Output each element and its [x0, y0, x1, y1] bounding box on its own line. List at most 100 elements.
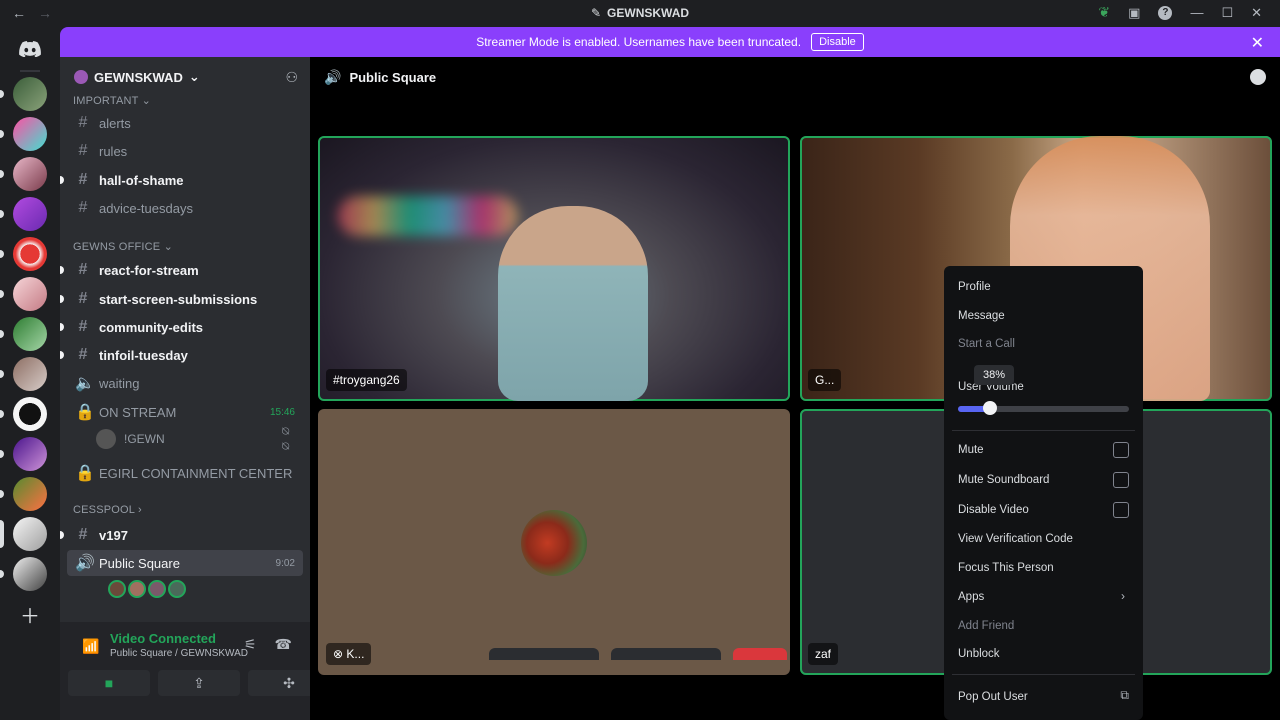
screen-share-button[interactable]: ⇪ — [158, 670, 240, 696]
category-gewns-office[interactable]: GEWNS OFFICE ⌄ — [73, 240, 173, 253]
unread-pill — [0, 90, 4, 98]
server-icon[interactable] — [13, 197, 47, 231]
invite-people-icon[interactable]: ⚇ — [285, 69, 298, 86]
menu-mute[interactable]: Mute — [958, 444, 984, 456]
discord-logo-icon — [19, 41, 41, 57]
close-banner-icon[interactable]: ✕ — [1251, 33, 1264, 53]
server-icon[interactable] — [13, 77, 47, 111]
camera-button[interactable]: ■ — [68, 670, 150, 696]
maximize-button[interactable]: ☐ — [1221, 5, 1233, 21]
slider-handle[interactable] — [983, 401, 998, 415]
channel-tinfoil-tuesday[interactable]: # tinfoil-tuesday — [67, 342, 303, 368]
avatar[interactable] — [148, 580, 166, 598]
noise-suppression-icon[interactable]: ⚟ — [244, 636, 257, 653]
channel-on-stream[interactable]: 🔒 ON STREAM 15:46 — [67, 399, 303, 425]
disable-video-checkbox[interactable] — [1113, 502, 1129, 518]
channel-label: hall-of-shame — [99, 172, 184, 188]
unread-pill — [0, 410, 4, 418]
minimize-button[interactable]: — — [1190, 5, 1203, 20]
unread-dot — [60, 266, 64, 274]
server-icon[interactable] — [13, 277, 47, 311]
back-arrow-icon[interactable]: ← — [12, 5, 26, 21]
server-icon[interactable] — [13, 317, 47, 351]
category-important[interactable]: IMPORTANT ⌄ — [73, 94, 151, 107]
unread-pill — [0, 330, 4, 338]
menu-message[interactable]: Message — [958, 310, 1005, 322]
channel-alerts[interactable]: # alerts — [67, 110, 303, 136]
tile-username: #troygang26 — [326, 369, 407, 391]
server-icon[interactable] — [13, 237, 47, 271]
unread-pill — [0, 370, 4, 378]
menu-pop-out-user[interactable]: Pop Out User — [958, 691, 1028, 703]
screen-control-button[interactable] — [611, 648, 721, 660]
channel-hall-of-shame[interactable]: # hall-of-shame — [67, 167, 303, 193]
help-icon[interactable]: ? — [1158, 5, 1173, 20]
mute-checkbox[interactable] — [1113, 442, 1129, 458]
avatar[interactable] — [168, 580, 186, 598]
category-cesspool[interactable]: CESSPOOL › — [73, 504, 142, 516]
channel-public-square[interactable]: 🔊 Public Square 9:02 — [67, 550, 303, 576]
category-label: IMPORTANT — [73, 95, 139, 107]
menu-unblock[interactable]: Unblock — [958, 648, 1000, 660]
user-volume-slider[interactable] — [958, 401, 1129, 415]
menu-add-friend[interactable]: Add Friend — [958, 620, 1014, 632]
voice-buttons: ■ ⇪ ✣ — [68, 670, 330, 696]
server-icon[interactable] — [13, 157, 47, 191]
voice-user[interactable]: !GEWN ⍉ ⍉ — [96, 424, 289, 453]
inbox-icon[interactable]: ▣ — [1128, 5, 1140, 21]
channel-egirl-containment[interactable]: 🔒 EGIRL CONTAINMENT CENTER — [67, 460, 303, 486]
brush-icon: ✎ — [590, 6, 602, 20]
channel-rules[interactable]: # rules — [67, 138, 303, 164]
speaker-icon: 🔈 — [75, 375, 95, 392]
server-icon[interactable] — [13, 477, 47, 511]
menu-focus-person[interactable]: Focus This Person — [958, 562, 1054, 574]
channel-advice-tuesdays[interactable]: # advice-tuesdays — [67, 195, 303, 221]
disconnect-icon[interactable]: ☎ — [275, 636, 292, 653]
channel-label: rules — [99, 143, 128, 159]
guild-name: GEWNSKWAD — [94, 69, 183, 85]
menu-profile[interactable]: Profile — [958, 281, 991, 293]
camera-control-button[interactable] — [489, 648, 599, 660]
channel-community-edits[interactable]: # community-edits — [67, 314, 303, 340]
server-icon[interactable] — [13, 437, 47, 471]
menu-view-verification-code[interactable]: View Verification Code — [958, 533, 1073, 545]
video-tile[interactable]: #troygang26 — [318, 136, 790, 401]
server-icon[interactable] — [13, 397, 47, 431]
channel-label: ON STREAM — [99, 404, 177, 420]
guild-header[interactable]: GEWNSKWAD ⌄ ⚇ — [60, 57, 310, 97]
menu-start-call[interactable]: Start a Call — [958, 338, 1015, 350]
category-label: GEWNS OFFICE — [73, 241, 161, 253]
channel-label: advice-tuesdays — [99, 200, 193, 216]
forward-arrow-icon[interactable]: → — [38, 5, 52, 21]
channel-react-for-stream[interactable]: # react-for-stream — [67, 257, 303, 283]
discord-home-button[interactable] — [13, 32, 47, 66]
server-icon-active[interactable] — [13, 517, 47, 551]
window-title: ✎ GEWNSKWAD — [591, 6, 689, 20]
channel-v197[interactable]: # v197 — [67, 522, 303, 548]
avatar[interactable] — [108, 580, 126, 598]
menu-disable-video[interactable]: Disable Video — [958, 504, 1029, 516]
menu-mute-soundboard[interactable]: Mute Soundboard — [958, 474, 1049, 486]
server-icon[interactable] — [13, 557, 47, 591]
unread-pill — [0, 210, 4, 218]
channel-waiting[interactable]: 🔈 waiting — [67, 370, 303, 396]
leave-call-button[interactable] — [733, 648, 787, 660]
chat-bubble-icon[interactable] — [1250, 69, 1266, 85]
close-window-button[interactable]: ✕ — [1251, 5, 1262, 21]
add-server-icon[interactable]: ＋ — [13, 597, 47, 631]
hash-icon: # — [78, 346, 88, 363]
menu-apps[interactable]: Apps — [958, 591, 984, 603]
server-icon[interactable] — [13, 117, 47, 151]
volume-tooltip: 38% — [974, 365, 1014, 385]
channel-label: alerts — [99, 115, 131, 131]
disable-streamer-mode-button[interactable]: Disable — [811, 33, 864, 51]
signal-icon[interactable]: 📶 — [82, 638, 99, 655]
avatar[interactable] — [128, 580, 146, 598]
mute-soundboard-checkbox[interactable] — [1113, 472, 1129, 488]
unread-pill — [0, 570, 4, 578]
voice-status[interactable]: Video Connected — [110, 631, 216, 646]
audio-tile[interactable]: ⊗ K... — [318, 409, 790, 675]
channel-start-screen-submissions[interactable]: # start-screen-submissions — [67, 286, 303, 312]
server-icon[interactable] — [13, 357, 47, 391]
leaf-icon[interactable]: ❦ — [1098, 4, 1110, 21]
